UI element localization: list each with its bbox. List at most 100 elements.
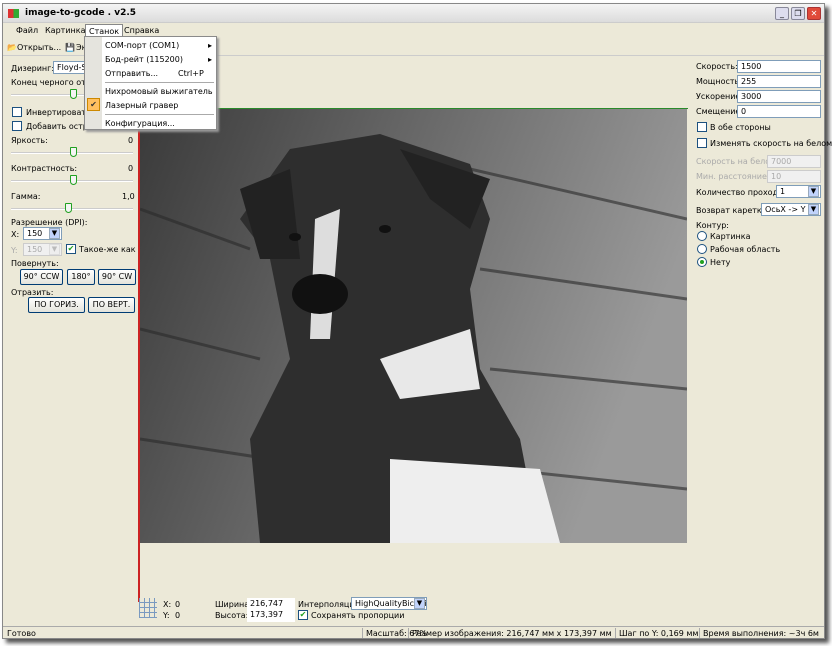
rotate-180-button[interactable]: 180° [67,269,95,285]
app-icon [8,9,19,18]
mirror-vertical-button[interactable]: ПО ВЕРТ. [88,297,135,313]
menu-help[interactable]: Справка [124,26,159,35]
dpi-label: Разрешение (DPI): [11,218,88,227]
brightness-label: Яркость: [11,136,48,145]
rotate-ccw-button[interactable]: 90° CCW [20,269,63,285]
power-input[interactable]: 255 [737,75,821,88]
restore-button[interactable]: ❐ [791,7,805,20]
height-label: Высота: [215,611,249,620]
dog-eye [289,233,301,241]
pos-x-label: X: [163,600,172,609]
dpi-y-label: Y: [11,246,18,255]
contrast-slider[interactable] [9,175,135,185]
gamma-slider[interactable] [9,203,135,213]
min-distance-label: Мин. расстояние: [696,172,770,181]
menu-item-com-port[interactable]: COM-порт (COM1) [105,41,179,50]
menu-image[interactable]: Картинка [45,26,85,35]
submenu-arrow-icon: ▸ [208,55,213,64]
chevron-down-icon[interactable]: ▼ [414,598,425,609]
accel-input[interactable]: 3000 [737,90,821,103]
menu-item-nichrome[interactable]: Нихромовый выжигатель [105,87,213,96]
submenu-arrow-icon: ▸ [208,41,213,50]
contour-radio-workarea[interactable] [697,244,707,254]
mirror-label: Отразить: [11,288,54,297]
height-input[interactable]: 173,397 [247,609,295,622]
right-panel: Скорость: 1500 Мощность: 255 Ускорение: … [693,58,832,268]
same-as-x-label: Такое-же как X [79,245,144,254]
contour-radio-none[interactable] [697,257,707,267]
close-button[interactable]: ✕ [807,7,821,20]
folder-open-icon: 📂 [7,43,17,52]
contour-radio-image[interactable] [697,231,707,241]
status-image-size: Размер изображения: 216,747 мм x 173,397… [412,629,612,638]
status-step: Шаг по Y: 0,169 мм [619,629,699,638]
brightness-slider[interactable] [9,147,135,157]
change-speed-label: Изменять скорость на белом [710,139,832,148]
both-sides-checkbox[interactable] [697,122,707,132]
dog-nose [292,274,348,314]
machine-menu: COM-порт (COM1) ▸ Бод-рейт (115200) ▸ От… [84,36,217,130]
menu-item-config[interactable]: Конфигурация... [105,119,175,128]
contrast-label: Контрастность: [11,164,78,173]
dpi-x-select[interactable]: 150 ▼ [23,227,62,240]
dog-chest-lower [390,459,560,543]
change-speed-checkbox[interactable] [697,138,707,148]
passes-select[interactable]: 1 ▼ [776,185,821,198]
menu-item-laser[interactable]: Лазерный гравер [105,101,178,110]
chevron-down-icon[interactable]: ▼ [808,204,819,215]
rotate-label: Повернуть: [11,259,59,268]
both-sides-label: В обе стороны [710,123,771,132]
rotate-cw-button[interactable]: 90° CW [98,269,136,285]
pos-y-value: 0 [175,611,181,620]
offset-input[interactable]: 0 [737,105,821,118]
window-title: image-to-gcode . v2.5 [25,8,137,18]
carriage-value: ОсьX -> Y [765,205,806,214]
chevron-down-icon[interactable]: ▼ [808,186,819,197]
open-button[interactable]: Открыть... [17,43,61,52]
carriage-select[interactable]: ОсьX -> Y ▼ [761,203,821,216]
keep-ratio-checkbox[interactable]: ✔ [298,610,308,620]
same-as-x-checkbox[interactable]: ✔ [66,244,76,254]
menu-file[interactable]: Файл [16,26,38,35]
dpi-y-select[interactable]: 150 ▼ [23,243,62,256]
carriage-label: Возврат каретки: [696,206,770,215]
chevron-down-icon[interactable]: ▼ [49,228,60,239]
contour-option-label: Нету [710,258,731,267]
status-bar: Готово Масштаб: 67% Размер изображения: … [3,626,824,638]
contour-option-label: Картинка [710,232,751,241]
minimize-button[interactable]: _ [775,7,789,20]
image-preview[interactable] [140,109,687,543]
invert-checkbox[interactable] [12,107,22,117]
dpi-y-value: 150 [27,245,43,254]
pos-y-label: Y: [163,611,170,620]
speed-label: Скорость: [696,62,738,71]
contrast-value: 0 [128,164,134,173]
title-bar: image-to-gcode . v2.5 _ ❐ ✕ [3,4,824,23]
checkmark-icon: ✔ [87,98,100,111]
brightness-value: 0 [128,136,134,145]
chevron-down-icon: ▼ [49,244,60,255]
gamma-label: Гамма: [11,192,41,201]
save-icon: 💾 [65,43,75,52]
shortcut-send: Ctrl+P [178,69,204,78]
dpi-x-value: 150 [27,229,43,238]
dog-eye [379,225,391,233]
min-distance-input[interactable]: 10 [767,170,821,183]
pos-x-value: 0 [175,600,181,609]
dithering-label: Дизеринг: [11,64,55,73]
accel-label: Ускорение: [696,92,744,101]
sharpen-checkbox[interactable] [12,121,22,131]
menu-item-send[interactable]: Отправить... [105,69,158,78]
dpi-x-label: X: [11,230,20,239]
speed-input[interactable]: 1500 [737,60,821,73]
menu-item-baud-rate[interactable]: Бод-рейт (115200) [105,55,183,64]
contour-option-label: Рабочая область [710,245,781,254]
mirror-horizontal-button[interactable]: ПО ГОРИЗ. [28,297,85,313]
white-speed-input[interactable]: 7000 [767,155,821,168]
power-label: Мощность: [696,77,742,86]
offset-label: Смещение: [696,107,744,116]
position-grid-icon[interactable] [139,598,157,618]
interpolation-select[interactable]: HighQualityBicubic ▼ [351,597,427,610]
contour-label: Контур: [696,221,729,230]
keep-ratio-label: Сохранять пропорции [311,611,405,620]
